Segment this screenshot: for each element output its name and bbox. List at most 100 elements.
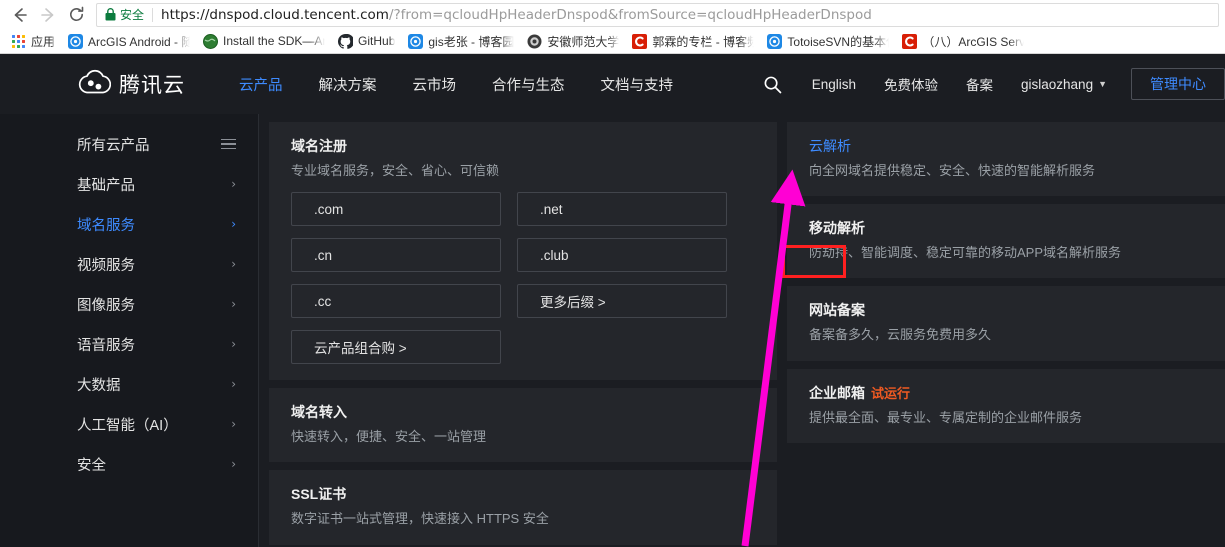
sidebar-item-label: 基础产品 <box>77 174 135 195</box>
reload-icon[interactable] <box>62 1 90 29</box>
tencent-cloud-logo-icon <box>77 69 111 100</box>
chevron-right-icon: › <box>231 297 236 311</box>
sidebar-item-image-services[interactable]: 图像服务 › <box>0 284 258 324</box>
card-description: 专业域名服务，安全、省心、可信赖 <box>291 162 755 180</box>
chevron-right-icon: › <box>231 217 236 231</box>
card-title[interactable]: 云解析 <box>809 136 1203 156</box>
tld-option-net[interactable]: .net <box>517 192 727 226</box>
tld-option-com[interactable]: .com <box>291 192 501 226</box>
chevron-right-icon: › <box>231 337 236 351</box>
card-enterprise-mailbox[interactable]: 企业邮箱试运行 提供最全面、最专业、专属定制的企业邮件服务 <box>787 369 1225 443</box>
globe-icon <box>202 33 218 49</box>
chevron-right-icon: › <box>231 417 236 431</box>
lock-icon <box>105 8 116 21</box>
csdn-icon <box>631 33 647 49</box>
bookmark-label: Install the SDK—Arc <box>223 34 325 48</box>
blog-icon <box>766 33 782 49</box>
address-bar[interactable]: 安全 https://dnspod.cloud.tencent.com/?fro… <box>96 3 1219 27</box>
card-description: 快速转入，便捷、安全、一站管理 <box>291 428 755 446</box>
user-menu[interactable]: gislaozhang ▼ <box>1007 77 1121 92</box>
card-title: SSL证书 <box>291 484 755 504</box>
card-website-icp-filing[interactable]: 网站备案 备案备多久，云服务免费用多久 <box>787 286 1225 360</box>
free-trial-link[interactable]: 免费体验 <box>870 74 952 94</box>
bookmark-label: ArcGIS Android - 随 <box>88 33 190 50</box>
url-path: /?from=qcloudHpHeaderDnspod&fromSource=q… <box>389 7 872 23</box>
bookmark-gislaozhang-blog[interactable]: gis老张 - 博客园 <box>401 31 520 52</box>
search-icon[interactable] <box>747 75 798 94</box>
blog-icon <box>67 33 83 49</box>
sidebar-item-video-services[interactable]: 视频服务 › <box>0 244 258 284</box>
bookmark-totoisesvn[interactable]: TotoiseSVN的基本使 <box>760 31 895 52</box>
card-title: 网站备案 <box>809 300 1203 320</box>
card-title: 移动解析 <box>809 218 1203 238</box>
browser-chrome: 安全 https://dnspod.cloud.tencent.com/?fro… <box>0 0 1225 54</box>
site-logo[interactable]: 腾讯云 <box>77 69 185 100</box>
user-name: gislaozhang <box>1021 77 1093 92</box>
bookmark-guolin-csdn[interactable]: 郭霖的专栏 - 博客频 <box>625 31 760 52</box>
chevron-down-icon: ▼ <box>1098 79 1107 89</box>
console-button[interactable]: 管理中心 <box>1131 68 1225 100</box>
card-cloud-dns-resolution[interactable]: 云解析 向全网域名提供稳定、安全、快速的智能解析服务 <box>787 122 1225 196</box>
chevron-right-icon: › <box>231 177 236 191</box>
back-arrow-icon[interactable] <box>6 1 34 29</box>
omnibox-divider <box>152 8 153 22</box>
hamburger-icon <box>221 139 236 150</box>
nav-item-cloud-products[interactable]: 云产品 <box>221 74 301 95</box>
card-domain-transfer[interactable]: 域名转入 快速转入，便捷、安全、一站管理 <box>269 388 777 462</box>
bookmark-install-sdk[interactable]: Install the SDK—Arc <box>196 31 331 52</box>
apps-grid-icon <box>10 33 26 49</box>
bookmark-github[interactable]: GitHub <box>331 31 401 52</box>
sidebar-item-label: 图像服务 <box>77 294 135 315</box>
sidebar-item-ai[interactable]: 人工智能（AI） › <box>0 404 258 444</box>
sidebar-item-label: 安全 <box>77 454 106 475</box>
forward-arrow-icon <box>34 1 62 29</box>
nav-item-docs-support[interactable]: 文档与支持 <box>583 74 692 95</box>
bookmark-arcgis-server[interactable]: （八）ArcGIS Server <box>895 31 1030 52</box>
card-description: 向全网域名提供稳定、安全、快速的智能解析服务 <box>809 162 1203 180</box>
sidebar-item-label: 视频服务 <box>77 254 135 275</box>
url-origin: https://dnspod.cloud.tencent.com <box>161 7 389 23</box>
sidebar-item-big-data[interactable]: 大数据 › <box>0 364 258 404</box>
bookmark-label: gis老张 - 博客园 <box>428 33 514 50</box>
sidebar-item-basic-products[interactable]: 基础产品 › <box>0 164 258 204</box>
bookmark-anhui-normal-university[interactable]: 安徽师范大学 <box>520 31 625 52</box>
card-ssl-certificate[interactable]: SSL证书 数字证书一站式管理，快速接入 HTTPS 安全 <box>269 470 777 544</box>
header-right: English 免费体验 备案 gislaozhang ▼ 管理中心 <box>747 68 1225 100</box>
bookmarks-bar: 应用 ArcGIS Android - 随 Install the SDK—Ar… <box>0 29 1225 54</box>
sidebar-item-label: 人工智能（AI） <box>77 414 178 435</box>
main-nav: 云产品 解决方案 云市场 合作与生态 文档与支持 <box>221 74 691 95</box>
product-columns: 域名注册 专业域名服务，安全、省心、可信赖 .com .net .cn .clu… <box>259 114 1225 547</box>
sidebar-all-products[interactable]: 所有云产品 <box>0 124 258 164</box>
nav-item-marketplace[interactable]: 云市场 <box>395 74 475 95</box>
sidebar-item-domain-services[interactable]: 域名服务 › <box>0 204 258 244</box>
bookmark-arcgis-android[interactable]: ArcGIS Android - 随 <box>61 31 196 52</box>
more-suffixes-link[interactable]: 更多后缀 > <box>517 284 727 318</box>
tld-option-cc[interactable]: .cc <box>291 284 501 318</box>
card-title-text: 企业邮箱 <box>809 385 865 401</box>
chevron-right-icon: › <box>231 457 236 471</box>
nav-item-partners[interactable]: 合作与生态 <box>474 74 583 95</box>
chevron-right-icon: › <box>231 377 236 391</box>
card-title: 域名转入 <box>291 402 755 422</box>
icp-filing-link[interactable]: 备案 <box>952 74 1007 94</box>
language-switch-english[interactable]: English <box>798 77 870 92</box>
card-mobile-resolution[interactable]: 移动解析 防劫持、智能调度、稳定可靠的移动APP域名解析服务 <box>787 204 1225 278</box>
tld-option-cn[interactable]: .cn <box>291 238 501 272</box>
bundle-purchase-link[interactable]: 云产品组合购 > <box>291 330 501 364</box>
browser-toolbar: 安全 https://dnspod.cloud.tencent.com/?fro… <box>0 0 1225 29</box>
sidebar-item-label: 大数据 <box>77 374 121 395</box>
product-mega-menu: 所有云产品 基础产品 › 域名服务 › 视频服务 › 图像服务 › 语音服务 › <box>0 114 1225 547</box>
secure-label: 安全 <box>120 6 144 23</box>
sidebar-item-security[interactable]: 安全 › <box>0 444 258 484</box>
bookmark-label: 安徽师范大学 <box>547 33 619 50</box>
csdn-icon <box>901 33 917 49</box>
status-badge: 试运行 <box>871 386 910 401</box>
blog-icon <box>407 33 423 49</box>
nav-item-solutions[interactable]: 解决方案 <box>301 74 395 95</box>
tld-option-club[interactable]: .club <box>517 238 727 272</box>
card-domain-registration[interactable]: 域名注册 专业域名服务，安全、省心、可信赖 .com .net .cn .clu… <box>269 122 777 380</box>
card-title: 域名注册 <box>291 136 755 156</box>
bookmark-label: TotoiseSVN的基本使 <box>787 33 889 50</box>
bookmark-apps[interactable]: 应用 <box>4 31 61 52</box>
sidebar-item-voice-services[interactable]: 语音服务 › <box>0 324 258 364</box>
